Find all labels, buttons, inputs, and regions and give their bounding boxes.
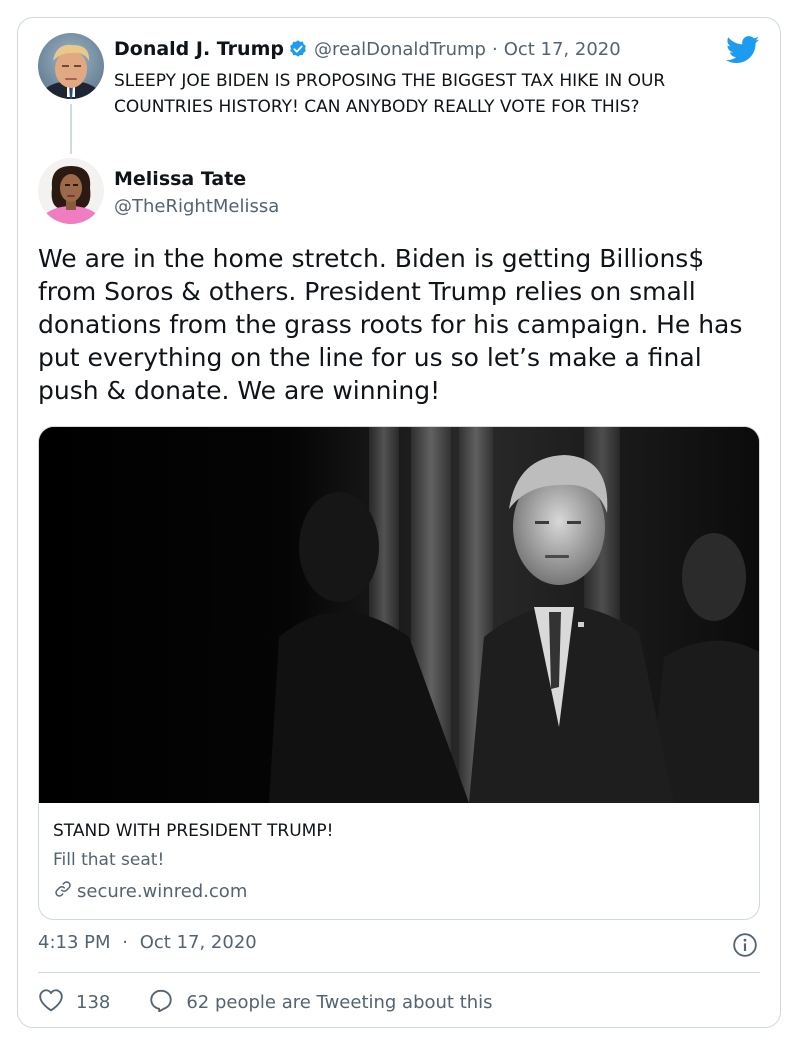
engagement-bar: 138 62 people are Tweeting about this (38, 988, 493, 1017)
like-button[interactable]: 138 (38, 988, 110, 1017)
tweet-timestamp[interactable]: 4:13 PM · Oct 17, 2020 (38, 932, 257, 953)
link-description: Fill that seat! (53, 850, 165, 870)
link-preview-info[interactable]: STAND WITH PRESIDENT TRUMP! Fill that se… (39, 803, 759, 919)
footer-divider (38, 972, 760, 973)
quoted-tweet-date[interactable]: Oct 17, 2020 (504, 39, 621, 60)
tweet-text: We are in the home stretch. Biden is get… (38, 244, 743, 405)
reply-button[interactable]: 62 people are Tweeting about this (148, 988, 493, 1017)
tweet-time[interactable]: 4:13 PM (38, 932, 111, 953)
link-domain[interactable]: secure.winred.com (77, 881, 247, 902)
tweeting-about-text[interactable]: 62 people are Tweeting about this (186, 992, 492, 1013)
quoted-tweet-header: Donald J. Trump @realDonaldTrump · Oct 1… (114, 36, 621, 62)
twitter-bird-icon[interactable] (726, 36, 760, 68)
thread-connector-line (70, 104, 72, 154)
header-separator: · (491, 38, 498, 60)
quoted-author-name[interactable]: Donald J. Trump (114, 38, 284, 60)
link-domain-row[interactable]: secure.winred.com (53, 879, 247, 904)
link-title[interactable]: STAND WITH PRESIDENT TRUMP! (53, 821, 333, 841)
link-preview-card[interactable]: STAND WITH PRESIDENT TRUMP! Fill that se… (38, 426, 760, 920)
heart-icon[interactable] (38, 988, 76, 1017)
tweet-date[interactable]: Oct 17, 2020 (140, 932, 257, 953)
reply-bubble-icon[interactable] (148, 988, 186, 1017)
avatar-melissa-tate[interactable] (38, 158, 104, 224)
tweet-author-handle[interactable]: @TheRightMelissa (114, 196, 279, 217)
link-preview-image[interactable] (39, 427, 759, 803)
quoted-tweet-text: SLEEPY JOE BIDEN IS PROPOSING THE BIGGES… (114, 71, 666, 117)
link-icon (53, 879, 77, 904)
timestamp-separator: · (122, 932, 128, 953)
like-count[interactable]: 138 (76, 992, 110, 1013)
avatar-donald-trump[interactable] (38, 33, 104, 99)
tweet-card: Donald J. Trump @realDonaldTrump · Oct 1… (17, 17, 781, 1028)
verified-badge-icon (288, 39, 308, 59)
tweet-author-name[interactable]: Melissa Tate (114, 168, 246, 190)
quoted-author-handle[interactable]: @realDonaldTrump (314, 39, 486, 60)
info-icon[interactable] (732, 932, 758, 962)
